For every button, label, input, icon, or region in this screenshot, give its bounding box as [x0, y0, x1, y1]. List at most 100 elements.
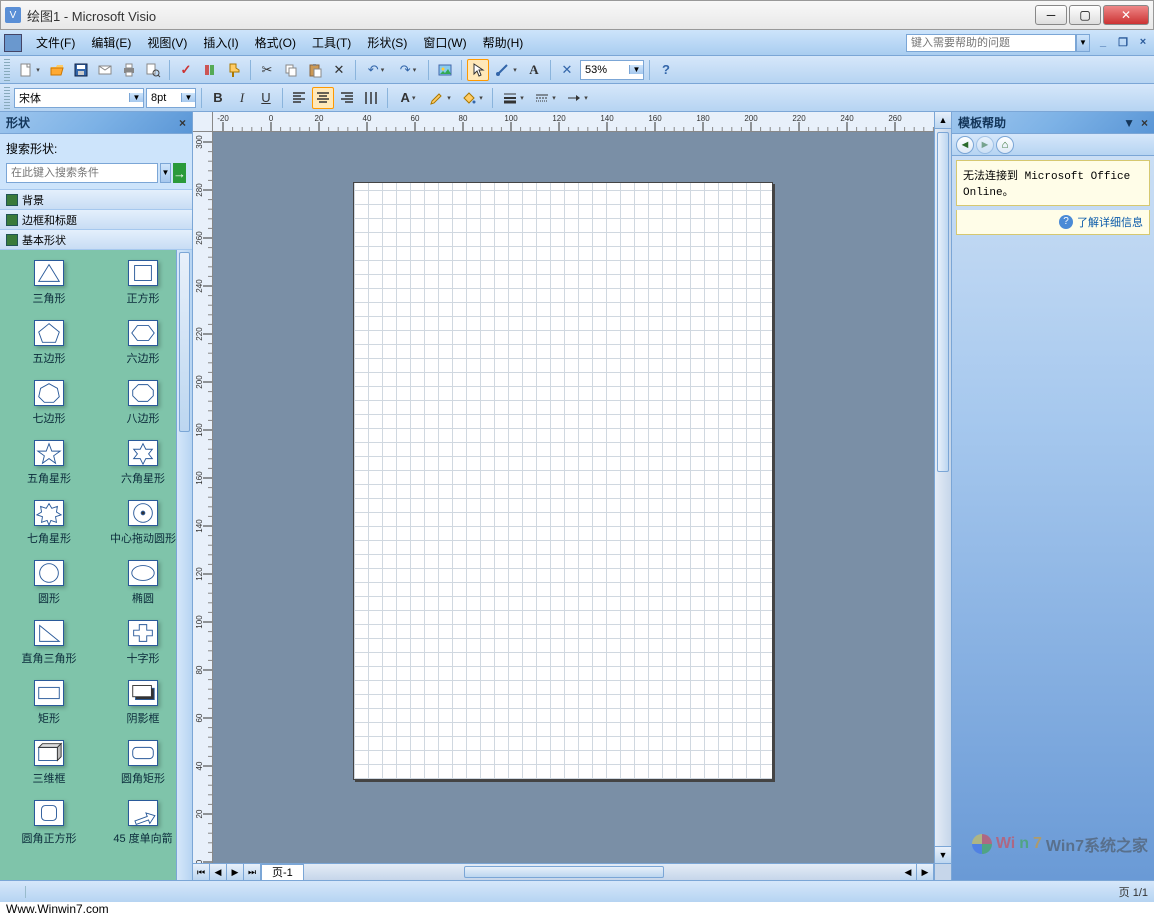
- spelling-button[interactable]: ✓: [175, 59, 197, 81]
- help-forward-button[interactable]: ►: [976, 136, 994, 154]
- shape-circle[interactable]: 圆形: [2, 554, 96, 614]
- line-weight-button[interactable]: [498, 87, 528, 109]
- cut-button[interactable]: ✂: [256, 59, 278, 81]
- save-button[interactable]: [70, 59, 92, 81]
- ruler-corner: [193, 112, 213, 132]
- shapes-search-dropdown[interactable]: ▼: [160, 163, 171, 183]
- print-preview-button[interactable]: [142, 59, 164, 81]
- stencil-tab-background[interactable]: 背景: [0, 190, 192, 210]
- menu-view[interactable]: 视图(V): [139, 32, 195, 53]
- help-panel-close[interactable]: ×: [1141, 116, 1148, 130]
- shapes-search-go[interactable]: →: [173, 163, 186, 183]
- page-tab[interactable]: 页-1: [261, 864, 304, 880]
- horizontal-scrollbar[interactable]: [314, 864, 900, 880]
- help-back-button[interactable]: ◄: [956, 136, 974, 154]
- horizontal-ruler[interactable]: -200204060801001201401601802002202402602…: [213, 112, 934, 132]
- tab-prev[interactable]: ◀: [210, 864, 227, 880]
- shape-heptagon[interactable]: 七边形: [2, 374, 96, 434]
- tab-first[interactable]: ⏮: [193, 864, 210, 880]
- doc-close[interactable]: ×: [1136, 36, 1150, 50]
- align-center-button[interactable]: [312, 87, 334, 109]
- stencil-icon: [6, 194, 18, 206]
- doc-minimize[interactable]: _: [1096, 36, 1110, 50]
- connector-tool-button[interactable]: [491, 59, 521, 81]
- menu-file[interactable]: 文件(F): [28, 32, 83, 53]
- delete-button[interactable]: ✕: [328, 59, 350, 81]
- align-right-button[interactable]: [336, 87, 358, 109]
- font-combo[interactable]: 宋体▼: [14, 88, 144, 108]
- menu-insert[interactable]: 插入(I): [195, 32, 246, 53]
- menu-window[interactable]: 窗口(W): [415, 32, 474, 53]
- font-size-combo[interactable]: 8pt▼: [146, 88, 196, 108]
- doc-restore[interactable]: ❐: [1116, 36, 1130, 50]
- research-button[interactable]: [199, 59, 221, 81]
- shape-star5[interactable]: 五角星形: [2, 434, 96, 494]
- help-search-dropdown[interactable]: ▼: [1076, 34, 1090, 52]
- vertical-scrollbar[interactable]: ▲▼: [934, 112, 951, 863]
- line-color-button[interactable]: [425, 87, 455, 109]
- shape-star7[interactable]: 七角星形: [2, 494, 96, 554]
- menu-edit[interactable]: 编辑(E): [83, 32, 139, 53]
- menu-format[interactable]: 格式(O): [247, 32, 304, 53]
- shapes-scrollbar[interactable]: [176, 250, 192, 880]
- menu-help[interactable]: 帮助(H): [475, 32, 532, 53]
- help-panel-dropdown-icon[interactable]: ▼: [1123, 116, 1135, 130]
- new-button[interactable]: [14, 59, 44, 81]
- line-ends-button[interactable]: [562, 87, 592, 109]
- help-home-button[interactable]: ⌂: [996, 136, 1014, 154]
- system-menu-icon[interactable]: [4, 34, 22, 52]
- align-left-button[interactable]: [288, 87, 310, 109]
- shape-roundsquare[interactable]: 圆角正方形: [2, 794, 96, 854]
- italic-button[interactable]: I: [231, 87, 253, 109]
- fill-color-button[interactable]: [457, 87, 487, 109]
- line-pattern-button[interactable]: [530, 87, 560, 109]
- shapes-search-input[interactable]: [6, 163, 158, 183]
- shapes-panel-close[interactable]: ×: [179, 116, 186, 130]
- vertical-ruler[interactable]: 3002802602402202001801601401201008060402…: [193, 132, 213, 863]
- help-search-input[interactable]: [906, 34, 1076, 52]
- email-button[interactable]: [94, 59, 116, 81]
- hscroll-right[interactable]: ▶: [917, 864, 934, 880]
- shape-box3d[interactable]: 三维框: [2, 734, 96, 794]
- print-button[interactable]: [118, 59, 140, 81]
- help-button[interactable]: ?: [655, 59, 677, 81]
- maximize-button[interactable]: ▢: [1069, 5, 1101, 25]
- tab-next[interactable]: ▶: [227, 864, 244, 880]
- menu-tools[interactable]: 工具(T): [304, 32, 359, 53]
- toolbar-grip[interactable]: [4, 59, 10, 81]
- shape-rtriangle[interactable]: 直角三角形: [2, 614, 96, 674]
- insert-picture-button[interactable]: [434, 59, 456, 81]
- help-details-link[interactable]: 了解详细信息: [1077, 214, 1143, 230]
- zoom-combo[interactable]: 53%▼: [580, 60, 644, 80]
- connection-point-button[interactable]: ✕: [556, 59, 578, 81]
- copy-button[interactable]: [280, 59, 302, 81]
- toolbar-grip[interactable]: [4, 87, 10, 109]
- text-tool-button[interactable]: A: [523, 59, 545, 81]
- underline-button[interactable]: U: [255, 87, 277, 109]
- hscroll-left[interactable]: ◀: [900, 864, 917, 880]
- stencil-tab-borders[interactable]: 边框和标题: [0, 210, 192, 230]
- paste-button[interactable]: [304, 59, 326, 81]
- close-button[interactable]: ✕: [1103, 5, 1149, 25]
- minimize-button[interactable]: ─: [1035, 5, 1067, 25]
- open-button[interactable]: [46, 59, 68, 81]
- pointer-tool-button[interactable]: [467, 59, 489, 81]
- shape-triangle[interactable]: 三角形: [2, 254, 96, 314]
- svg-text:260: 260: [195, 231, 204, 245]
- menu-shape[interactable]: 形状(S): [359, 32, 415, 53]
- info-icon: ?: [1059, 215, 1073, 229]
- format-painter-button[interactable]: [223, 59, 245, 81]
- stencil-tab-basic[interactable]: 基本形状: [0, 230, 192, 250]
- svg-text:60: 60: [411, 114, 420, 123]
- font-color-button[interactable]: A: [393, 87, 423, 109]
- statusbar: 页 1/1: [0, 880, 1154, 902]
- distribute-button[interactable]: [360, 87, 382, 109]
- undo-button[interactable]: ↶: [361, 59, 391, 81]
- bold-button[interactable]: B: [207, 87, 229, 109]
- shape-rect[interactable]: 矩形: [2, 674, 96, 734]
- tab-last[interactable]: ⏭: [244, 864, 261, 880]
- redo-button[interactable]: ↷: [393, 59, 423, 81]
- drawing-page[interactable]: [353, 182, 773, 780]
- shape-pentagon[interactable]: 五边形: [2, 314, 96, 374]
- canvas-viewport[interactable]: [213, 132, 934, 863]
